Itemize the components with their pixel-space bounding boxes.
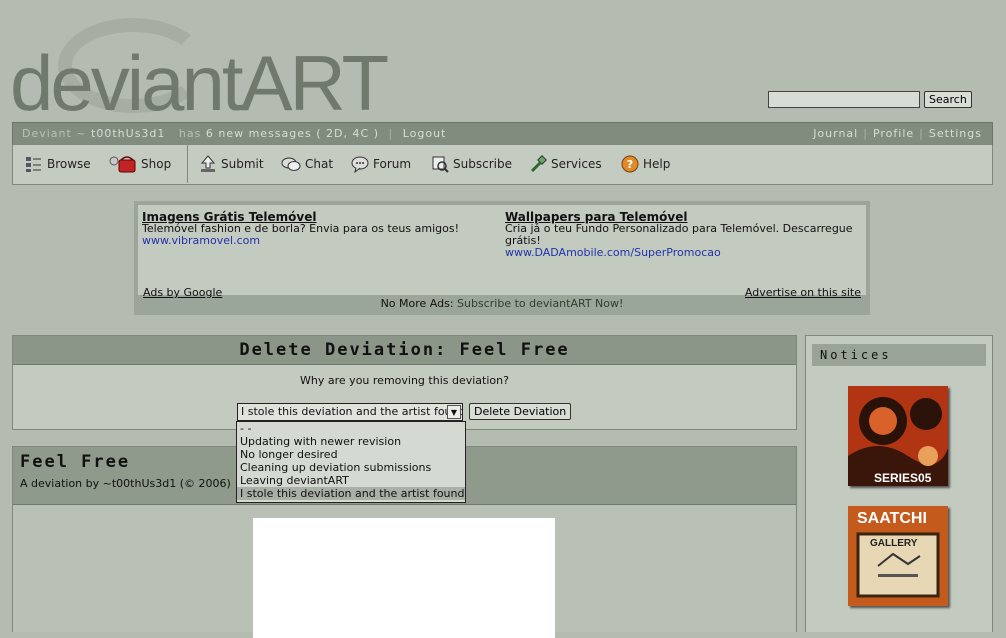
subscribe-icon — [432, 156, 449, 173]
reason-dropdown-list: - - Updating with newer revision No long… — [236, 421, 466, 503]
submit-icon — [200, 155, 216, 172]
no-more-ads-label: No More Ads: — [380, 297, 454, 310]
reason-select[interactable]: I stole this deviation and the artist fo… — [237, 403, 463, 421]
deviantart-logo[interactable]: deviantART — [10, 18, 389, 126]
main-nav: Browse Shop Submit Chat Forum Subscribe … — [12, 145, 993, 185]
nav-divider — [187, 145, 188, 183]
journal-link[interactable]: Journal — [813, 127, 858, 140]
ad-block: Imagens Grátis Telemóvel Telemóvel fashi… — [134, 201, 870, 315]
nav-services-label: Services — [551, 157, 602, 171]
reason-option-selected[interactable]: I stole this deviation and the artist fo… — [237, 487, 465, 500]
delete-deviation-button[interactable]: Delete Deviation — [469, 403, 572, 420]
notices-title: Notices — [812, 344, 986, 366]
deviation-byline: A deviation by ~t00thUs3d1 (© 2006) — [20, 477, 231, 490]
delete-deviation-panel: Delete Deviation: Feel Free Why are you … — [12, 335, 797, 430]
nav-help-label: Help — [643, 157, 671, 171]
saatchi-gallery-promo[interactable]: SAATCHI GALLERY — [848, 506, 948, 606]
help-icon: ? — [621, 155, 639, 173]
reason-option[interactable]: Leaving deviantART — [237, 474, 465, 487]
nav-chat[interactable]: Chat — [281, 145, 333, 183]
nav-help[interactable]: ? Help — [621, 145, 670, 183]
chevron-down-icon[interactable]: ▼ — [447, 405, 461, 419]
deviation-title: Feel Free — [20, 452, 131, 472]
nav-services[interactable]: Services — [529, 145, 602, 183]
profile-link[interactable]: Profile — [873, 127, 914, 140]
logo-text: deviantART — [10, 39, 389, 127]
nav-subscribe-label: Subscribe — [453, 157, 512, 171]
nav-subscribe[interactable]: Subscribe — [431, 145, 512, 183]
search-input[interactable] — [768, 91, 920, 108]
reason-option[interactable]: No longer desired — [237, 448, 465, 461]
forum-icon — [351, 156, 369, 173]
delete-title: Delete Deviation: Feel Free — [13, 336, 796, 365]
chat-icon — [281, 157, 301, 171]
reason-option[interactable]: Cleaning up deviation submissions — [237, 461, 465, 474]
series05-promo[interactable]: SERIES05 — [848, 386, 948, 486]
nav-submit[interactable]: Submit — [199, 145, 264, 183]
ad-1[interactable]: Imagens Grátis Telemóvel Telemóvel fashi… — [142, 211, 502, 247]
ad-1-url[interactable]: www.vibramovel.com — [142, 235, 502, 247]
logout-link[interactable]: Logout — [403, 127, 447, 140]
message-counts-link[interactable]: ( 2D, 4C ) — [316, 127, 379, 140]
nav-forum[interactable]: Forum — [351, 145, 411, 183]
promo2-text-b: GALLERY — [870, 538, 918, 549]
settings-link[interactable]: Settings — [929, 127, 982, 140]
svg-text:?: ? — [627, 158, 633, 171]
username-link[interactable]: t00thUs3d1 — [91, 127, 165, 140]
user-bar: Deviant ~ t00thUs3d1 has 6 new messages … — [12, 122, 993, 146]
nav-browse-label: Browse — [47, 157, 91, 171]
shop-icon — [109, 156, 136, 173]
reason-option[interactable]: Updating with newer revision — [237, 435, 465, 448]
messages-link[interactable]: 6 new messages — [206, 127, 312, 140]
ad-inner: Imagens Grátis Telemóvel Telemóvel fashi… — [138, 205, 866, 299]
browse-icon — [26, 157, 41, 172]
nav-shop[interactable]: Shop — [109, 145, 171, 183]
ad-2-url[interactable]: www.DADAmobile.com/SuperPromocao — [505, 247, 865, 259]
notices-panel: Notices SERIES05 SAATCHI GALLERY — [805, 335, 993, 632]
services-icon — [530, 155, 547, 173]
has-label: has — [178, 127, 202, 140]
no-more-ads: No More Ads: Subscribe to deviantART Now… — [134, 297, 870, 310]
promo2-text-a: SAATCHI — [857, 510, 927, 527]
nav-forum-label: Forum — [373, 157, 412, 171]
search-button[interactable]: Search — [924, 91, 972, 108]
promo1-text: SERIES05 — [874, 471, 932, 485]
reason-option[interactable]: - - — [237, 422, 465, 435]
nav-browse[interactable]: Browse — [25, 145, 91, 183]
nav-submit-label: Submit — [221, 157, 264, 171]
nav-shop-label: Shop — [141, 157, 172, 171]
deviation-image[interactable] — [253, 518, 555, 638]
nav-chat-label: Chat — [305, 157, 334, 171]
ad-2-body: Cria já o teu Fundo Personalizado para T… — [505, 222, 853, 247]
subscribe-now-link[interactable]: Subscribe to deviantART Now! — [457, 297, 623, 310]
search-box: Search — [768, 91, 972, 108]
reason-selected-value: I stole this deviation and the artist fo… — [241, 405, 463, 418]
deviant-label: Deviant ~ — [22, 127, 87, 140]
ad-2[interactable]: Wallpapers para Telemóvel Cria já o teu … — [505, 211, 865, 259]
delete-question: Why are you removing this deviation? — [300, 374, 509, 387]
